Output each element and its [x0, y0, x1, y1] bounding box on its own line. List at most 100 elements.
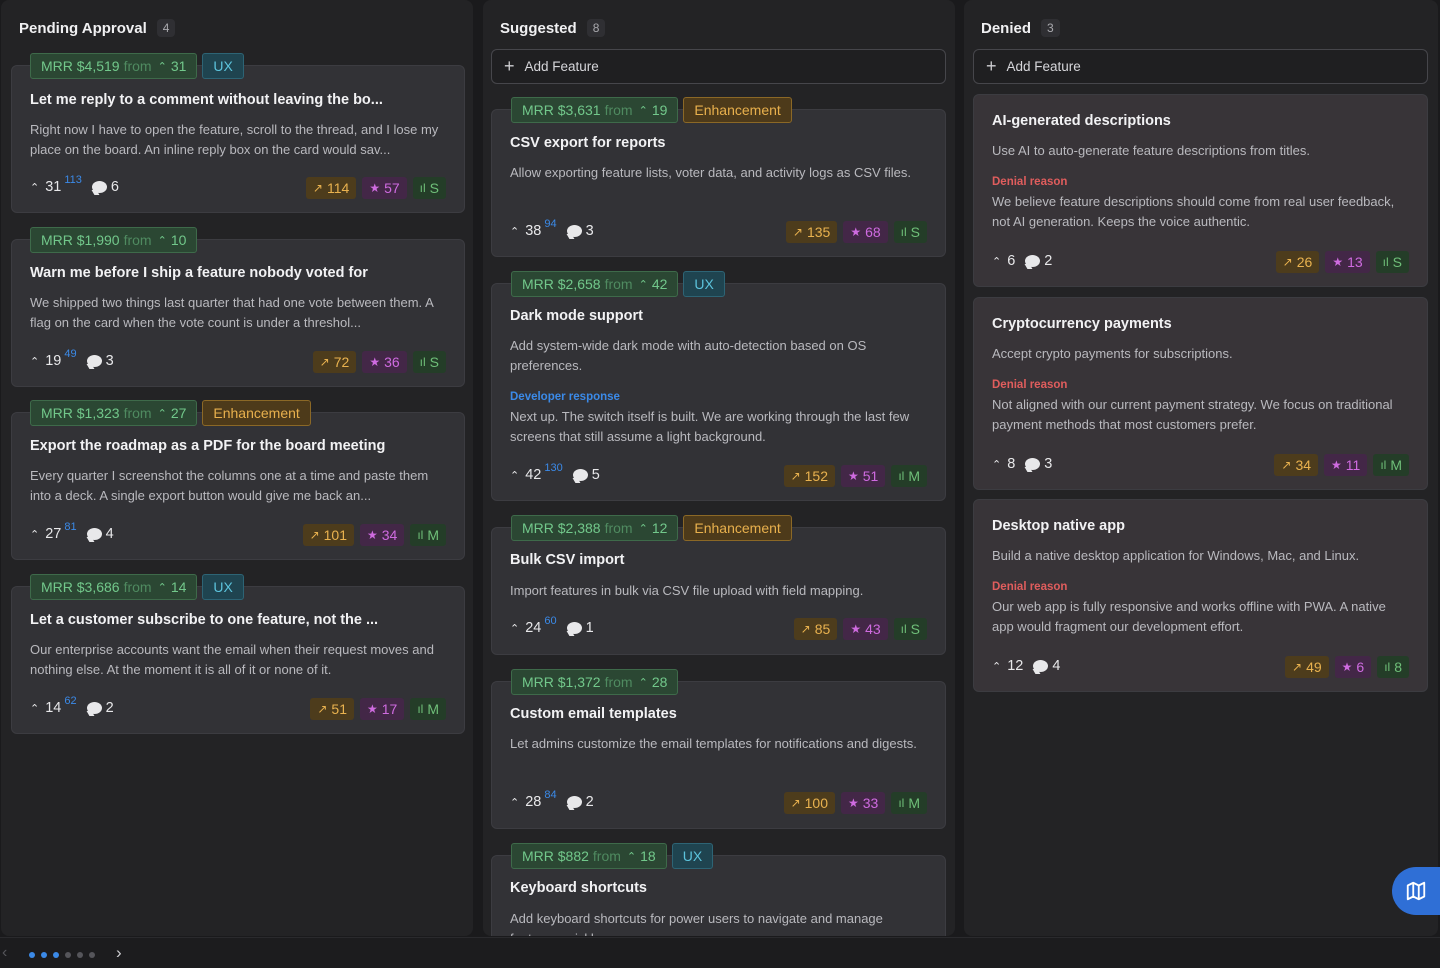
add-feature-button[interactable]: + Add Feature: [973, 49, 1428, 84]
feature-card[interactable]: CSV export for reports Allow exporting f…: [491, 109, 946, 257]
star-badge: ★ 13: [1325, 251, 1370, 273]
category-tag: Enhancement: [202, 400, 311, 426]
card-stats: ⌃ 12 4: [992, 658, 1060, 674]
feature-card[interactable]: AI-generated descriptions Use AI to auto…: [973, 94, 1428, 287]
comment-count: 3: [105, 353, 114, 369]
page-dot[interactable]: [29, 952, 35, 958]
star-badge: ★ 68: [843, 221, 888, 243]
card-metrics: ↗ 51 ★ 17 ıl M: [310, 698, 446, 720]
feature-card[interactable]: Bulk CSV import Import features in bulk …: [491, 527, 946, 655]
chevron-left-icon[interactable]: ‹: [2, 944, 7, 962]
chevron-up-icon: ⌃: [157, 234, 167, 247]
score: 60: [544, 615, 557, 627]
mrr-from: from: [604, 520, 633, 536]
feature-card[interactable]: Warn me before I ship a feature nobody v…: [11, 239, 465, 387]
vote-count: 28: [525, 794, 542, 810]
card-description: Our enterprise accounts want the email w…: [30, 642, 434, 677]
comment-icon: [86, 702, 102, 714]
trending-up-icon: ↗: [792, 225, 803, 239]
size-badge: ıl S: [1375, 251, 1409, 273]
mrr-badge: MRR $1,372 from ⌃ 28: [511, 669, 679, 695]
card-metrics: ↗ 100 ★ 33 ıl M: [783, 792, 927, 814]
card-metrics: ↗ 114 ★ 57 ıl S: [305, 177, 446, 199]
chevron-up-icon[interactable]: ⌃: [510, 796, 519, 809]
star-icon: ★: [850, 225, 862, 239]
star-value: 11: [1345, 457, 1361, 473]
add-feature-label: Add Feature: [1006, 59, 1081, 74]
map-icon: [1406, 881, 1426, 901]
star-value: 6: [1356, 659, 1365, 675]
page-dot[interactable]: [41, 952, 47, 958]
vote-count: 24: [525, 620, 542, 636]
chevron-up-icon: ⌃: [157, 581, 167, 594]
mrr-value: MRR $3,631: [522, 102, 601, 118]
chevron-up-icon[interactable]: ⌃: [510, 622, 519, 635]
feature-card[interactable]: Let a customer subscribe to one feature,…: [11, 586, 465, 734]
comment-icon: [86, 528, 102, 540]
card-metrics: ↗ 135 ★ 68 ıl S: [785, 221, 927, 243]
chevron-up-icon[interactable]: ⌃: [992, 255, 1001, 268]
size-badge: ıl M: [891, 465, 927, 487]
card-stats: ⌃ 14 62 2: [30, 695, 114, 716]
size-value: S: [429, 354, 439, 370]
comment-count: 5: [591, 467, 600, 483]
size-badge: ıl 8: [1377, 656, 1409, 678]
feature-card[interactable]: Cryptocurrency payments Accept crypto pa…: [973, 297, 1428, 490]
trending-up-icon: ↗: [319, 355, 330, 369]
trend-value: 101: [323, 527, 347, 543]
trend-badge: ↗ 51: [310, 698, 354, 720]
pager-bar: ‹ ›: [0, 937, 1440, 968]
vote-count: 8: [1007, 456, 1016, 472]
star-icon: ★: [1332, 255, 1344, 269]
page-dot[interactable]: [65, 952, 71, 958]
trending-up-icon: ↗: [790, 469, 801, 483]
chevron-up-icon[interactable]: ⌃: [30, 181, 39, 194]
chevron-up-icon[interactable]: ⌃: [992, 660, 1001, 673]
add-feature-button[interactable]: + Add Feature: [491, 49, 946, 84]
page-dot[interactable]: [89, 952, 95, 958]
column-count: 3: [1041, 19, 1060, 37]
chevron-up-icon[interactable]: ⌃: [510, 469, 519, 482]
mrr-votes: 42: [651, 276, 668, 292]
chevron-up-icon[interactable]: ⌃: [30, 355, 39, 368]
column-count: 4: [156, 19, 176, 37]
card-metrics: ↗ 34 ★ 11 ıl M: [1274, 454, 1409, 476]
star-icon: ★: [850, 622, 862, 636]
card-tags: MRR $4,519 from ⌃ 31 UX: [30, 53, 244, 79]
trend-value: 135: [806, 224, 831, 240]
star-icon: ★: [366, 528, 378, 542]
feature-card[interactable]: Let me reply to a comment without leavin…: [11, 65, 465, 213]
comment-icon: [566, 225, 582, 237]
kanban-board: Pending Approval 4 Let me reply to a com…: [0, 0, 1440, 936]
feature-card[interactable]: Dark mode support Add system-wide dark m…: [491, 283, 946, 501]
chevron-up-icon[interactable]: ⌃: [510, 225, 519, 238]
comment-icon: [1025, 255, 1041, 267]
mrr-from: from: [123, 232, 152, 248]
size-value: S: [1392, 254, 1402, 270]
chevron-up-icon: ⌃: [638, 278, 648, 291]
chevron-up-icon[interactable]: ⌃: [30, 702, 39, 715]
column-header: Suggested 8: [500, 19, 606, 37]
mrr-votes: 31: [170, 58, 187, 74]
trend-value: 72: [333, 354, 350, 370]
trending-up-icon: ↗: [790, 796, 801, 810]
card-metrics: ↗ 85 ★ 43 ıl S: [793, 618, 927, 640]
page-dot[interactable]: [53, 952, 59, 958]
comment-count: 4: [105, 526, 114, 542]
comment-count: 4: [1052, 658, 1061, 674]
size-value: 8: [1394, 659, 1402, 675]
chevron-up-icon[interactable]: ⌃: [992, 458, 1001, 471]
chevron-right-icon[interactable]: ›: [116, 943, 122, 963]
bar-chart-icon: ıl: [1384, 660, 1391, 674]
roadmap-button[interactable]: [1392, 867, 1440, 915]
trend-value: 100: [804, 795, 828, 811]
card-description: Allow exporting feature lists, voter dat…: [510, 165, 912, 180]
feature-card[interactable]: Desktop native app Build a native deskto…: [973, 499, 1428, 692]
trend-badge: ↗ 100: [783, 792, 835, 814]
chevron-up-icon[interactable]: ⌃: [30, 528, 39, 541]
feature-card[interactable]: Export the roadmap as a PDF for the boar…: [11, 412, 465, 560]
feature-card[interactable]: Custom email templates Let admins custom…: [491, 681, 946, 829]
mrr-value: MRR $882: [522, 848, 589, 864]
page-dot[interactable]: [77, 952, 83, 958]
card-tags: MRR $2,388 from ⌃ 12 Enhancement: [511, 515, 792, 541]
